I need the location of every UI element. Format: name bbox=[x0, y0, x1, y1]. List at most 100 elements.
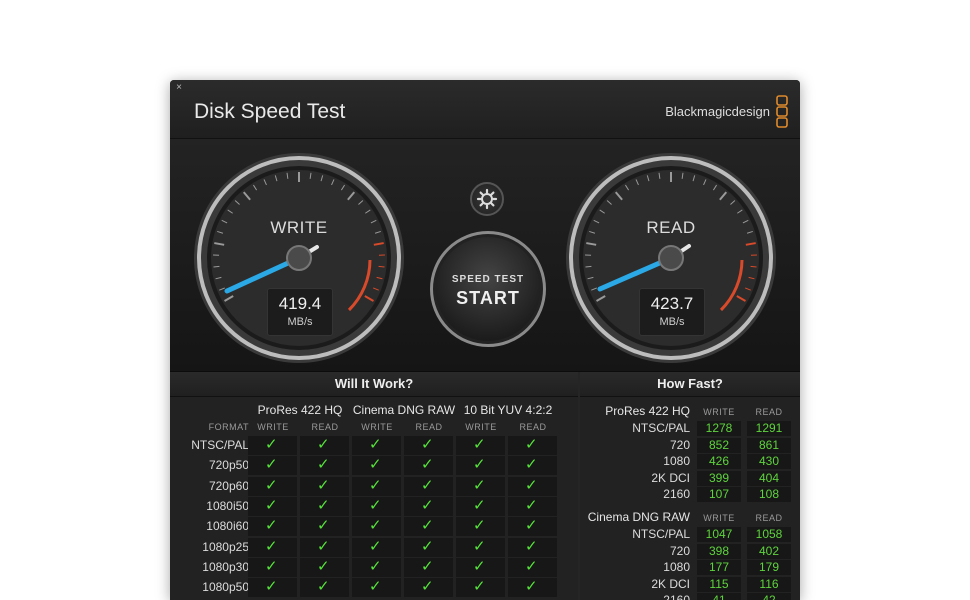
compatibility-cell: ✓ bbox=[456, 476, 505, 496]
checkmark-icon: ✓ bbox=[473, 496, 486, 514]
compatibility-cell: ✓ bbox=[508, 578, 557, 598]
format-row-label: 1080p25 bbox=[202, 539, 249, 554]
checkmark-icon: ✓ bbox=[421, 557, 434, 575]
write-column-header: WRITE bbox=[465, 422, 497, 432]
gauge-area: WRITE 419.4 MB/s SPEED TEST START READ 4… bbox=[170, 139, 800, 372]
compatibility-cell: ✓ bbox=[300, 517, 349, 537]
gauge-tick bbox=[378, 265, 385, 268]
read-label: READ bbox=[646, 218, 696, 237]
write-gauge: WRITE 419.4 MB/s bbox=[191, 150, 407, 366]
checkmark-icon: ✓ bbox=[525, 578, 538, 596]
compatibility-cell: ✓ bbox=[456, 557, 505, 577]
read-speed-value: 1291 bbox=[747, 421, 791, 436]
checkmark-icon: ✓ bbox=[525, 436, 538, 453]
checkmark-icon: ✓ bbox=[265, 476, 278, 494]
write-column-header: WRITE bbox=[703, 513, 735, 523]
app-title: Disk Speed Test bbox=[194, 100, 346, 123]
speed-test-start-button[interactable]: SPEED TEST START bbox=[430, 231, 546, 347]
read-column-header: READ bbox=[311, 422, 339, 432]
gauge-tick bbox=[750, 265, 757, 268]
checkmark-icon: ✓ bbox=[317, 537, 330, 555]
compatibility-cell: ✓ bbox=[248, 537, 297, 557]
compatibility-cell: ✓ bbox=[352, 476, 401, 496]
compatibility-cell: ✓ bbox=[404, 557, 453, 577]
will-it-work-title: Will It Work? bbox=[170, 372, 578, 397]
gauge-tick bbox=[213, 265, 220, 268]
checkmark-icon: ✓ bbox=[421, 517, 434, 535]
checkmark-icon: ✓ bbox=[369, 476, 382, 494]
write-speed-value: 41 bbox=[697, 593, 741, 600]
compatibility-cell: ✓ bbox=[248, 456, 297, 476]
will-it-work-panel: Will It Work? FORMAT ProRes 422 HQ WRITE R… bbox=[170, 372, 578, 600]
speed-row-label: 1080 bbox=[663, 560, 690, 575]
read-speed-value: 116 bbox=[747, 576, 791, 592]
compatibility-cell: ✓ bbox=[352, 496, 401, 516]
checkmark-icon: ✓ bbox=[473, 557, 486, 575]
checkmark-icon: ✓ bbox=[265, 537, 278, 555]
how-fast-title: How Fast? bbox=[580, 372, 800, 397]
read-speed-value: 430 bbox=[747, 454, 791, 470]
write-speed-value: 852 bbox=[697, 437, 741, 453]
settings-button[interactable] bbox=[470, 182, 504, 216]
read-column-header: READ bbox=[519, 422, 547, 432]
disk-speed-test-window: × Disk Speed Test Blackmagicdesign WRITE bbox=[170, 80, 800, 600]
read-unit: MB/s bbox=[659, 316, 685, 328]
read-column-header: READ bbox=[755, 407, 783, 417]
read-speed-value: 402 bbox=[747, 543, 791, 559]
format-row-label: 1080i50 bbox=[206, 498, 249, 513]
how-fast-section-name: ProRes 422 HQ bbox=[605, 404, 690, 418]
compatibility-cell: ✓ bbox=[456, 537, 505, 557]
checkmark-icon: ✓ bbox=[421, 436, 434, 453]
write-speed-value: 1047 bbox=[697, 527, 741, 542]
checkmark-icon: ✓ bbox=[525, 456, 538, 474]
write-speed-value: 399 bbox=[697, 470, 741, 486]
checkmark-icon: ✓ bbox=[317, 436, 330, 453]
compatibility-cell: ✓ bbox=[300, 578, 349, 598]
checkmark-icon: ✓ bbox=[525, 517, 538, 535]
read-column-header: READ bbox=[415, 422, 443, 432]
write-column-header: WRITE bbox=[703, 407, 735, 417]
compatibility-cell: ✓ bbox=[456, 456, 505, 476]
title-bar: × Disk Speed Test Blackmagicdesign bbox=[170, 80, 800, 139]
compatibility-cell: ✓ bbox=[248, 517, 297, 537]
gauge-tick bbox=[585, 265, 592, 268]
compatibility-cell: ✓ bbox=[352, 578, 401, 598]
close-button[interactable]: × bbox=[174, 83, 184, 93]
checkmark-icon: ✓ bbox=[525, 537, 538, 555]
checkmark-icon: ✓ bbox=[421, 496, 434, 514]
write-unit: MB/s bbox=[287, 316, 313, 328]
read-speed-value: 179 bbox=[747, 560, 791, 576]
checkmark-icon: ✓ bbox=[369, 557, 382, 575]
compatibility-cell: ✓ bbox=[456, 496, 505, 516]
checkmark-icon: ✓ bbox=[421, 578, 434, 596]
compatibility-cell: ✓ bbox=[300, 557, 349, 577]
checkmark-icon: ✓ bbox=[265, 578, 278, 596]
compatibility-cell: ✓ bbox=[404, 476, 453, 496]
how-fast-section-name: Cinema DNG RAW bbox=[587, 510, 690, 524]
compatibility-cell: ✓ bbox=[508, 537, 557, 557]
write-speed-value: 115 bbox=[697, 576, 741, 592]
checkmark-icon: ✓ bbox=[473, 578, 486, 596]
checkmark-icon: ✓ bbox=[369, 496, 382, 514]
format-row-label: 720p60 bbox=[208, 478, 249, 493]
checkmark-icon: ✓ bbox=[317, 496, 330, 514]
compatibility-cell: ✓ bbox=[508, 456, 557, 476]
write-speed-value: 177 bbox=[697, 560, 741, 576]
checkmark-icon: ✓ bbox=[473, 456, 486, 474]
write-column-header: WRITE bbox=[361, 422, 393, 432]
speed-row-label: 1080 bbox=[663, 454, 690, 469]
compatibility-cell: ✓ bbox=[508, 557, 557, 577]
compatibility-cell: ✓ bbox=[404, 436, 453, 455]
checkmark-icon: ✓ bbox=[317, 456, 330, 474]
compatibility-cell: ✓ bbox=[300, 476, 349, 496]
read-speed-value: 861 bbox=[747, 437, 791, 453]
compatibility-cell: ✓ bbox=[508, 476, 557, 496]
speed-row-label: 720 bbox=[669, 437, 690, 452]
compatibility-cell: ✓ bbox=[404, 578, 453, 598]
compatibility-cell: ✓ bbox=[404, 496, 453, 516]
compatibility-cell: ✓ bbox=[508, 517, 557, 537]
compatibility-cell: ✓ bbox=[404, 537, 453, 557]
write-speed-value: 1278 bbox=[697, 421, 741, 436]
write-label: WRITE bbox=[270, 218, 328, 237]
compatibility-cell: ✓ bbox=[300, 436, 349, 455]
